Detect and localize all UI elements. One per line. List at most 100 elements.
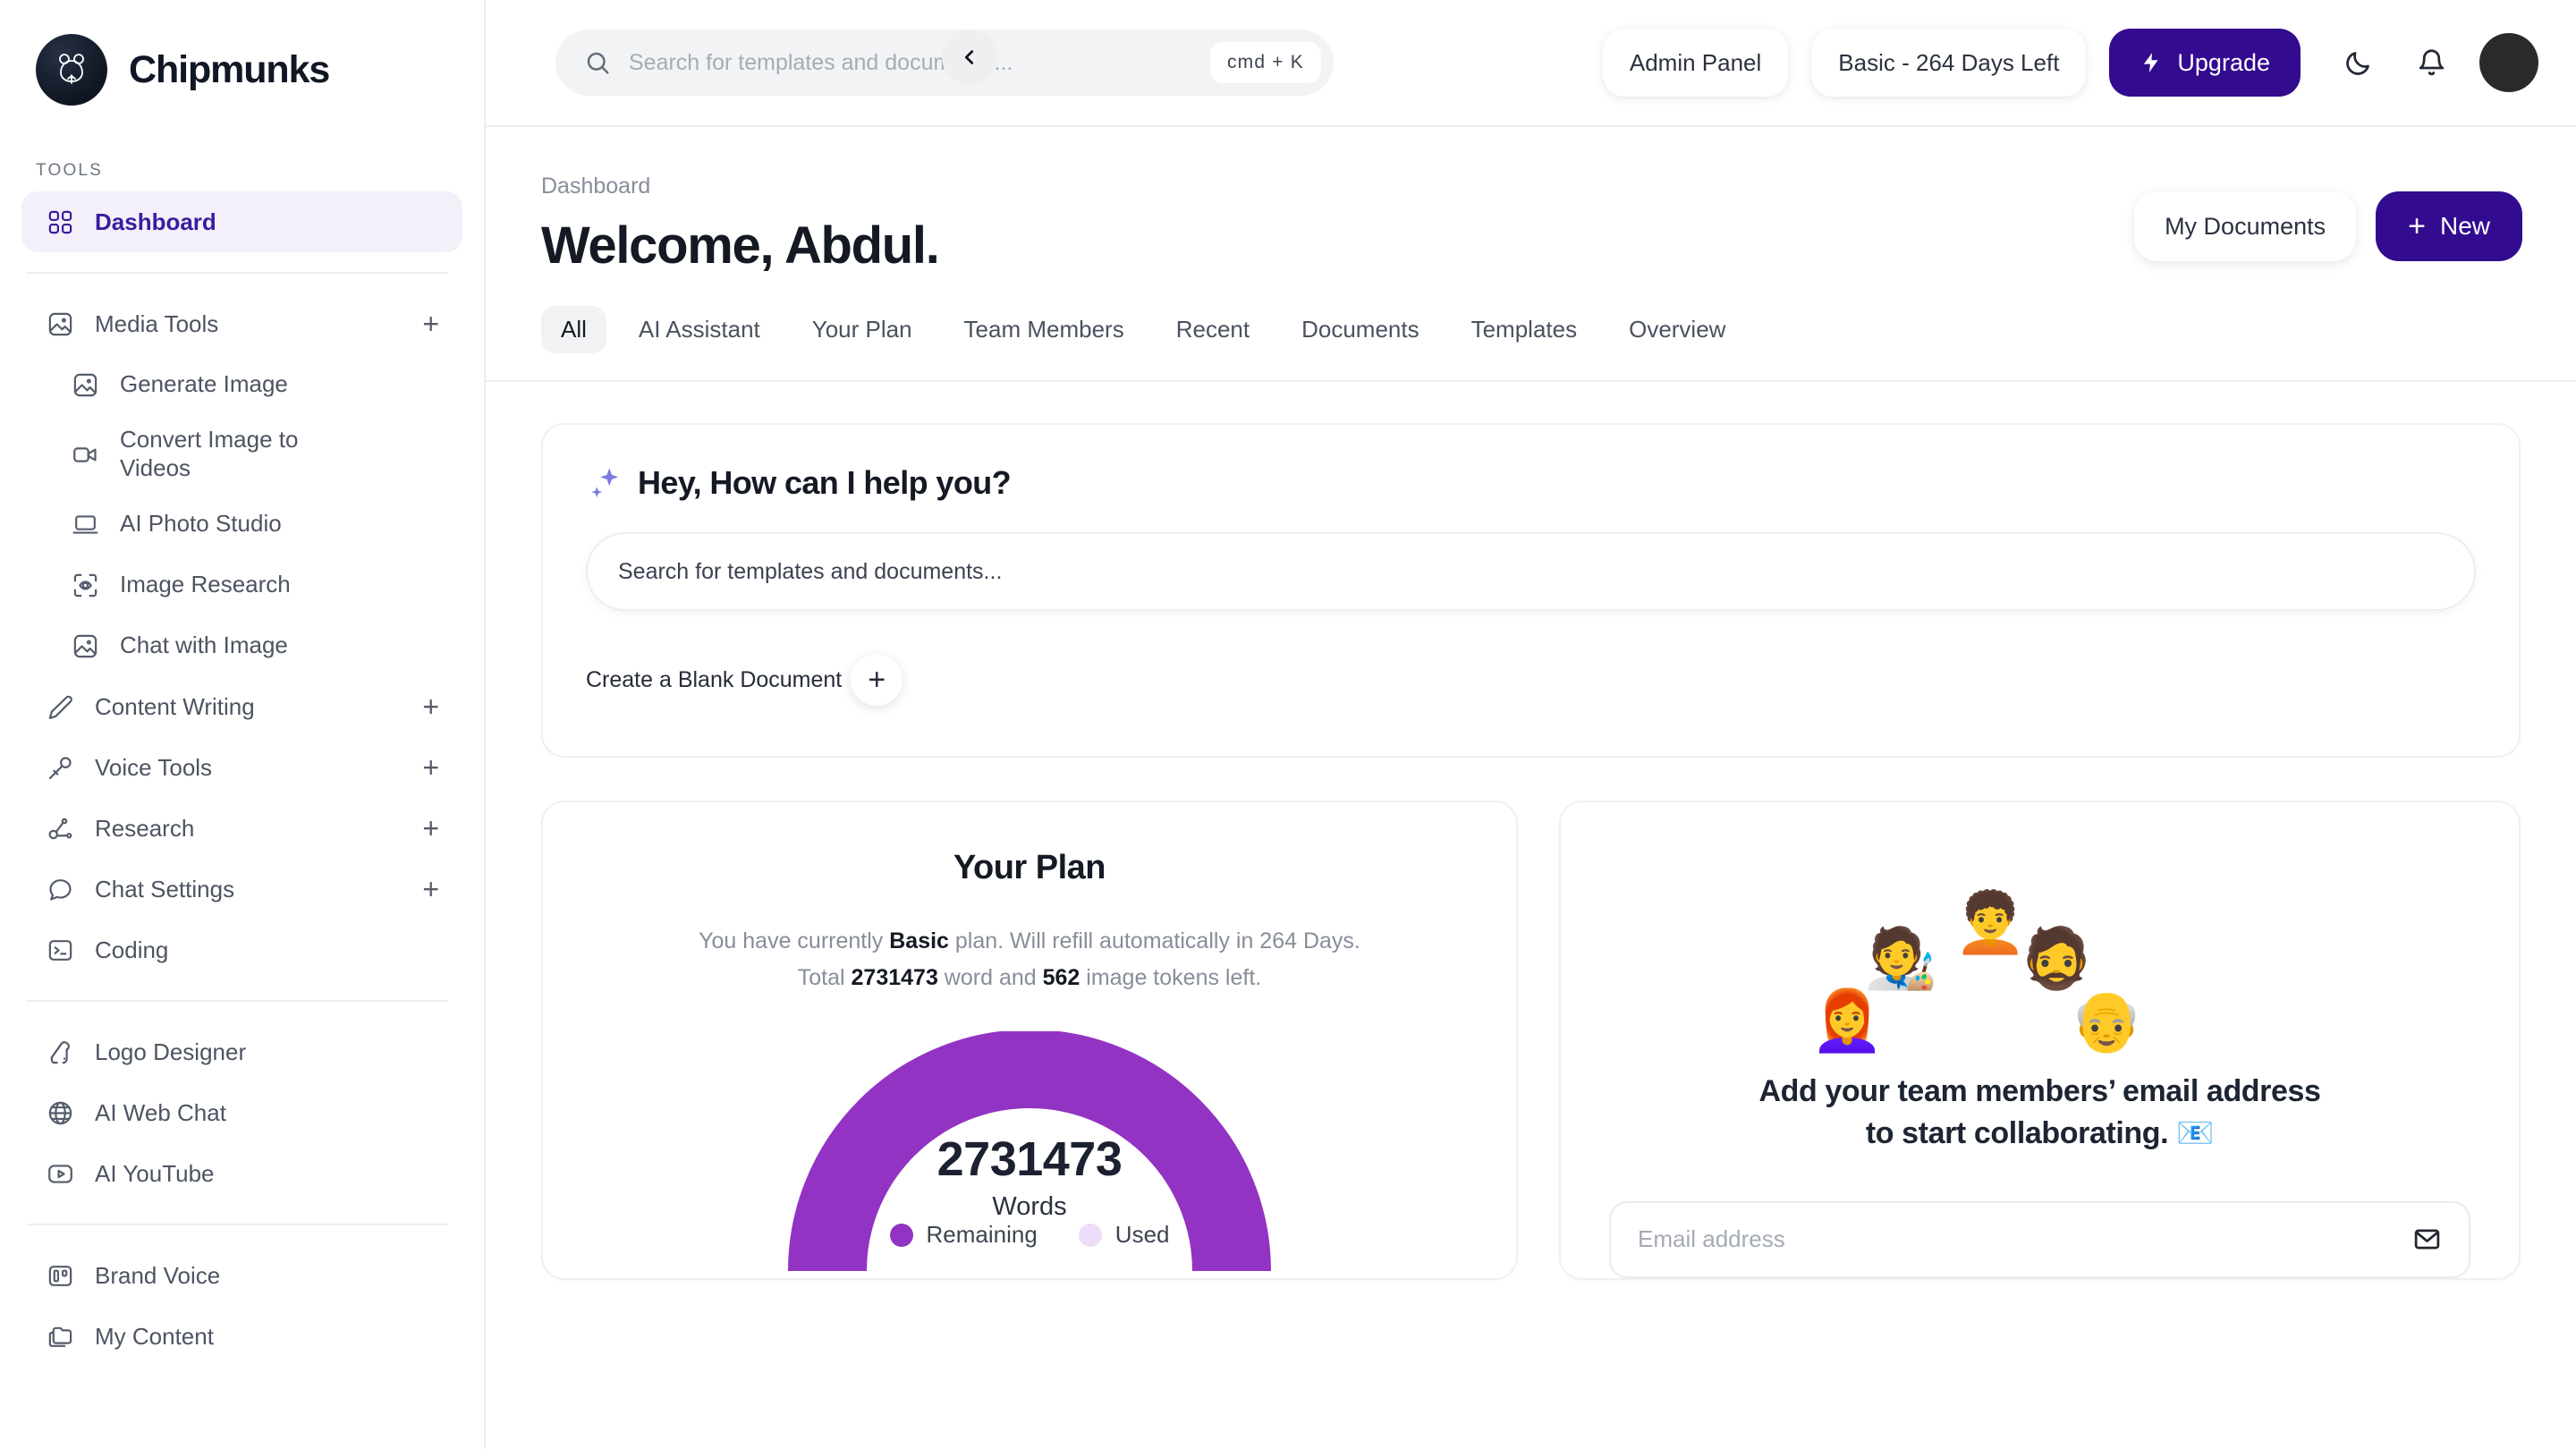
new-button[interactable]: + New (2376, 191, 2522, 261)
sidebar-item-chat-with-image[interactable]: Chat with Image (21, 615, 462, 676)
sidebar-item-coding[interactable]: Coding (21, 919, 462, 980)
your-plan-description: You have currently Basic plan. Will refi… (579, 923, 1480, 996)
plan-gauge-wrap: 2731473 Words (579, 1031, 1480, 1272)
plan-status-pill[interactable]: Basic - 264 Days Left (1811, 29, 2087, 97)
new-button-label: New (2439, 212, 2490, 240)
team-email-input[interactable]: Email address (1609, 1200, 2470, 1278)
sidebar-item-brand-voice[interactable]: Brand Voice (21, 1245, 462, 1306)
expand-plus-icon[interactable]: + (422, 309, 439, 338)
tab-ai-assistant[interactable]: AI Assistant (619, 306, 780, 353)
sidebar-item-label: AI Web Chat (95, 1098, 226, 1126)
team-members-card: 🧑‍🦱 🧑‍🎨 🧔 👩‍🦰 👴 Add your team members’ email… (1559, 801, 2521, 1280)
network-icon (45, 813, 75, 843)
image-icon (70, 369, 100, 400)
gauge-value: 2731473 (936, 1132, 1123, 1186)
sidebar-item-label: Media Tools (95, 309, 219, 337)
terminal-icon (45, 935, 75, 965)
sidebar-divider (27, 272, 448, 274)
avatar[interactable] (2479, 33, 2538, 92)
page-title: Welcome, Abdul. (541, 216, 940, 275)
ai-assistant-search-placeholder: Search for templates and documents... (618, 558, 1003, 584)
expand-plus-icon[interactable]: + (422, 692, 439, 721)
sidebar-item-logo-designer[interactable]: Logo Designer (21, 1021, 462, 1082)
sidebar-item-label: Brand Voice (95, 1261, 221, 1289)
chat-bubble-icon (45, 874, 75, 904)
breadcrumb: Dashboard (541, 174, 651, 199)
sidebar-item-label: Generate Image (120, 370, 288, 398)
plus-icon[interactable]: + (851, 654, 903, 706)
sidebar-divider (27, 1224, 448, 1225)
your-plan-card: Your Plan You have currently Basic plan.… (541, 801, 1518, 1280)
sidebar-item-label: Coding (95, 936, 169, 963)
memoji-cluster: 🧑‍🦱 🧑‍🎨 🧔 👩‍🦰 👴 (1609, 842, 2470, 1065)
video-icon (70, 439, 100, 470)
tab-team-members[interactable]: Team Members (945, 306, 1144, 353)
memoji-avatar: 👩‍🦰 (1810, 987, 1885, 1054)
admin-panel-button[interactable]: Admin Panel (1602, 29, 1789, 97)
sidebar-item-content-writing[interactable]: Content Writing + (21, 676, 462, 737)
sidebar-collapse-button[interactable] (942, 30, 997, 85)
sidebar-item-chat-settings[interactable]: Chat Settings + (21, 859, 462, 919)
sidebar-item-ai-youtube[interactable]: AI YouTube (21, 1143, 462, 1204)
sidebar-item-label: AI YouTube (95, 1159, 215, 1187)
plan-line2-prefix: Total (797, 964, 852, 990)
sidebar-item-dashboard[interactable]: Dashboard (21, 191, 462, 252)
tab-documents[interactable]: Documents (1282, 306, 1439, 353)
folders-icon (45, 1321, 75, 1352)
sidebar-item-research[interactable]: Research + (21, 798, 462, 859)
expand-plus-icon[interactable]: + (422, 814, 439, 843)
ai-assistant-search-input[interactable]: Search for templates and documents... (586, 532, 2476, 611)
dashboard-cards-row: Your Plan You have currently Basic plan.… (541, 801, 2521, 1280)
tab-bar: All AI Assistant Your Plan Team Members Rece… (520, 275, 2542, 353)
search-input[interactable]: Search for templates and documents... (629, 50, 1192, 76)
image-icon (70, 631, 100, 661)
team-headline-line2: to start collaborating. 📧 (1865, 1115, 2215, 1150)
expand-plus-icon[interactable]: + (422, 875, 439, 903)
memoji-avatar: 🧔 (2020, 925, 2094, 991)
tab-overview[interactable]: Overview (1609, 306, 1745, 353)
notifications-button[interactable] (2406, 38, 2456, 88)
tab-all[interactable]: All (541, 306, 606, 353)
bell-icon (2419, 48, 2444, 75)
tab-templates[interactable]: Templates (1452, 306, 1597, 353)
tab-your-plan[interactable]: Your Plan (792, 306, 932, 353)
create-blank-document-label: Create a Blank Document (586, 666, 843, 692)
sidebar-item-ai-photo-studio[interactable]: AI Photo Studio (21, 494, 462, 555)
lightning-bolt-icon (2144, 53, 2159, 72)
memoji-avatar: 🧑‍🦱 (1953, 889, 2028, 955)
brand-name: Chipmunks (129, 47, 330, 91)
chipmunk-logo-icon (36, 34, 107, 106)
sidebar-item-label: My Content (95, 1322, 214, 1350)
envelope-icon (2414, 1229, 2440, 1250)
sidebar-item-label: Research (95, 814, 195, 842)
tab-bar-divider (486, 380, 2576, 382)
sidebar-item-my-content[interactable]: My Content (21, 1306, 462, 1367)
sidebar-section-label: TOOLS (36, 161, 104, 180)
upgrade-button[interactable]: Upgrade (2109, 29, 2301, 97)
theme-toggle-button[interactable] (2333, 38, 2383, 88)
brand[interactable]: Chipmunks (0, 0, 484, 106)
sidebar-item-image-research[interactable]: Image Research (21, 555, 462, 615)
moon-icon (2345, 51, 2369, 75)
sidebar-item-label: Chat with Image (120, 631, 288, 659)
create-blank-document-row[interactable]: Create a Blank Document + (586, 654, 2476, 706)
sidebar-item-label: AI Photo Studio (120, 510, 282, 538)
upgrade-button-label: Upgrade (2177, 48, 2270, 76)
expand-plus-icon[interactable]: + (422, 753, 439, 782)
gauge-unit-label: Words (992, 1192, 1067, 1221)
sidebar-item-generate-image[interactable]: Generate Image (21, 354, 462, 415)
sidebar-item-label: Voice Tools (95, 753, 213, 781)
sidebar-item-voice-tools[interactable]: Voice Tools + (21, 737, 462, 798)
kanban-icon (45, 1260, 75, 1291)
tab-recent[interactable]: Recent (1157, 306, 1269, 353)
laptop-icon (70, 509, 100, 539)
sidebar-item-ai-web-chat[interactable]: AI Web Chat (21, 1082, 462, 1143)
top-bar: Search for templates and documents... cm… (486, 0, 2576, 127)
sidebar-item-convert-image-to-videos[interactable]: Convert Image to Videos (21, 415, 462, 494)
sidebar-item-media-tools[interactable]: Media Tools + (21, 293, 462, 354)
my-documents-button[interactable]: My Documents (2134, 191, 2357, 261)
sidebar-item-label: Chat Settings (95, 875, 235, 902)
sidebar-item-label: Content Writing (95, 692, 255, 720)
your-plan-title: Your Plan (953, 849, 1106, 886)
chevron-left-icon (964, 50, 974, 64)
